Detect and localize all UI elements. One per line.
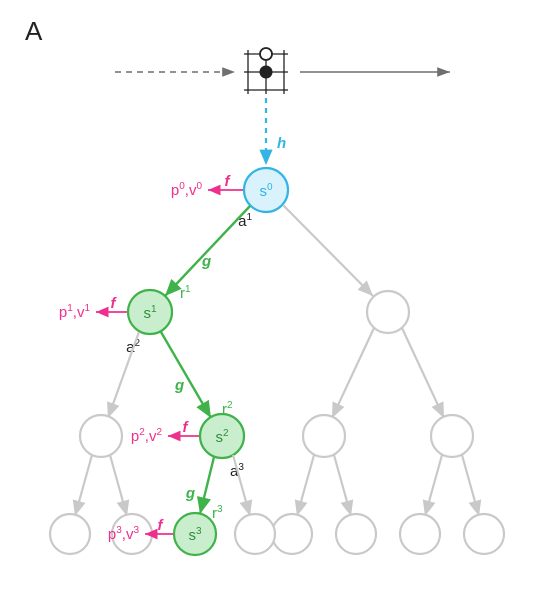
g3-label: g <box>185 485 195 502</box>
pv0-text: p0,v0 <box>171 181 203 199</box>
go-board-icon <box>244 48 288 94</box>
stone-black <box>260 66 273 79</box>
pv1-text: p1,v1 <box>59 303 91 321</box>
r1-label: r1 <box>180 284 191 302</box>
grey-node-r2l <box>303 415 345 457</box>
diagram-canvas: A h s0 f p0,v <box>0 0 554 594</box>
grey-node-b4 <box>464 514 504 554</box>
edge-gr2l-r <box>334 455 351 516</box>
grey-node-r1 <box>367 291 409 333</box>
grey-node-s2R <box>235 514 275 554</box>
edge-s1L-l <box>75 455 92 516</box>
edge-gr1-r <box>402 328 444 418</box>
f1-label: f <box>111 295 118 312</box>
diagram-svg: A h s0 f p0,v <box>0 0 554 594</box>
a1-label: a1 <box>238 212 252 230</box>
edge-gr1-l <box>332 328 374 418</box>
edge-gr2r-l <box>425 455 442 516</box>
edge-s1-s2 <box>161 332 211 418</box>
grey-node-b2 <box>336 514 376 554</box>
stone-white <box>260 48 272 60</box>
edge-s1L-r <box>110 455 127 516</box>
g2-label: g <box>174 377 184 394</box>
r3-label: r3 <box>212 504 223 522</box>
grey-node-b3 <box>400 514 440 554</box>
f3-label: f <box>158 517 165 534</box>
h-label: h <box>277 135 286 152</box>
panel-letter: A <box>25 16 43 46</box>
edge-s0-grey <box>283 205 373 296</box>
grey-node-b1 <box>272 514 312 554</box>
grey-node-s1L <box>80 415 122 457</box>
pv2-text: p2,v2 <box>131 427 163 445</box>
grey-node-bL1 <box>50 514 90 554</box>
f0-label: f <box>225 173 232 190</box>
f2-label: f <box>183 419 190 436</box>
edge-gr2r-r <box>462 455 479 516</box>
grey-node-r2r <box>431 415 473 457</box>
edge-gr2l-l <box>297 455 314 516</box>
edge-s1-greyL <box>108 332 139 418</box>
g1-label: g <box>201 253 211 270</box>
